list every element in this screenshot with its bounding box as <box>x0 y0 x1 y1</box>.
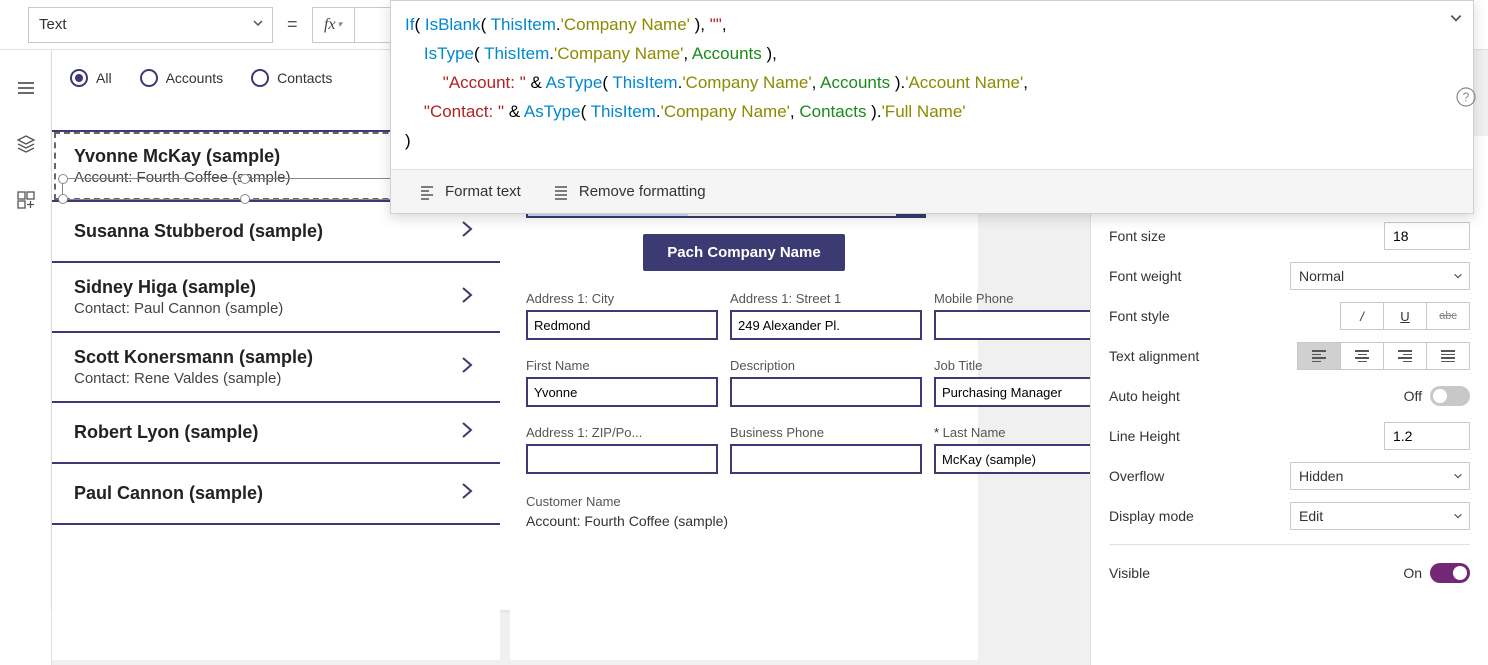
list-item-title: Scott Konersmann (sample) <box>74 347 313 368</box>
chevron-right-icon <box>458 417 476 448</box>
field-input[interactable] <box>730 377 922 407</box>
form-field: Business Phone <box>730 425 922 474</box>
property-selector[interactable]: Text <box>28 7 273 43</box>
align-center-button[interactable] <box>1340 342 1384 370</box>
filter-radio-contacts[interactable]: Contacts <box>251 69 332 87</box>
chevron-right-icon <box>458 282 476 313</box>
field-input[interactable] <box>730 444 922 474</box>
list-item-subtitle: Account: Fourth Coffee (sample) <box>74 169 291 186</box>
list-item-title: Yvonne McKay (sample) <box>74 146 291 167</box>
list-item-title: Sidney Higa (sample) <box>74 277 283 298</box>
field-label: First Name <box>526 358 718 373</box>
prop-displaymode-select[interactable]: Edit <box>1290 502 1470 530</box>
align-justify-button[interactable] <box>1426 342 1470 370</box>
chevron-down-icon <box>1453 268 1463 284</box>
prop-fontweight-label: Font weight <box>1109 268 1290 284</box>
form-field: First Name <box>526 358 718 407</box>
collapse-formula-icon[interactable] <box>1449 11 1463 30</box>
prop-autoheight-label: Auto height <box>1109 388 1404 404</box>
italic-button[interactable]: / <box>1340 302 1384 330</box>
list-item-title: Paul Cannon (sample) <box>74 483 263 504</box>
field-input[interactable] <box>526 377 718 407</box>
prop-fontsize-input[interactable] <box>1384 222 1470 250</box>
prop-visible-value: On <box>1403 565 1422 581</box>
align-left-button[interactable] <box>1297 342 1341 370</box>
field-label: Address 1: City <box>526 291 718 306</box>
remove-formatting-button[interactable]: Remove formatting <box>553 183 706 200</box>
insert-icon[interactable] <box>16 190 36 210</box>
chevron-right-icon <box>458 478 476 509</box>
property-selector-value: Text <box>39 16 67 33</box>
prop-visible-toggle[interactable] <box>1430 563 1470 583</box>
hamburger-icon[interactable] <box>16 78 36 98</box>
chevron-down-icon <box>1453 508 1463 524</box>
left-rail <box>0 0 52 665</box>
field-label: Address 1: Street 1 <box>730 291 922 306</box>
radio-icon <box>251 69 269 87</box>
remove-format-icon <box>553 184 569 200</box>
list-item[interactable]: Robert Lyon (sample) <box>52 403 500 464</box>
form-field: Description <box>730 358 922 407</box>
prop-fontsize-label: Font size <box>1109 228 1290 244</box>
prop-visible-label: Visible <box>1109 565 1403 581</box>
svg-text:?: ? <box>1463 90 1470 104</box>
prop-fontstyle-label: Font style <box>1109 308 1341 324</box>
filter-radio-all[interactable]: All <box>70 69 112 87</box>
chevron-right-icon <box>458 352 476 383</box>
prop-autoheight-value: Off <box>1404 388 1422 404</box>
format-text-button[interactable]: Format text <box>419 183 521 200</box>
prop-overflow-label: Overflow <box>1109 468 1290 484</box>
list-item[interactable]: Sidney Higa (sample) Contact: Paul Cannon… <box>52 263 500 333</box>
help-icon[interactable]: ? <box>1456 87 1476 112</box>
properties-panel: Text Account: Fourth Coffee (sample) Fon… <box>1090 136 1488 665</box>
field-label: Description <box>730 358 922 373</box>
field-label: Address 1: ZIP/Po... <box>526 425 718 440</box>
filter-radio-accounts[interactable]: Accounts <box>140 69 224 87</box>
field-label: Business Phone <box>730 425 922 440</box>
customer-name-value: Account: Fourth Coffee (sample) <box>526 513 962 529</box>
field-input[interactable] <box>526 310 718 340</box>
patch-button[interactable]: Pach Company Name <box>643 234 844 271</box>
chevron-right-icon <box>458 216 476 247</box>
fx-button[interactable]: fx▾ <box>312 7 354 43</box>
field-input[interactable] <box>730 310 922 340</box>
chevron-down-icon <box>252 16 264 33</box>
chevron-down-icon <box>1453 468 1463 484</box>
form-field: Address 1: City <box>526 291 718 340</box>
list-item[interactable]: Paul Cannon (sample) <box>52 464 500 525</box>
list-item[interactable]: Scott Konersmann (sample) Contact: Rene V… <box>52 333 500 403</box>
underline-button[interactable]: U <box>1383 302 1427 330</box>
list-item-title: Robert Lyon (sample) <box>74 422 258 443</box>
form-field: Address 1: Street 1 <box>730 291 922 340</box>
radio-icon <box>140 69 158 87</box>
formula-editor-popup: If( IsBlank( ThisItem.'Company Name' ), … <box>390 0 1474 214</box>
prop-fontstyle-group: / U abc <box>1341 302 1470 330</box>
prop-lineheight-input[interactable] <box>1384 422 1470 450</box>
prop-align-group <box>1298 342 1470 370</box>
format-icon <box>419 184 435 200</box>
prop-lineheight-label: Line Height <box>1109 428 1290 444</box>
form-field: Address 1: ZIP/Po... <box>526 425 718 474</box>
list-item-subtitle: Contact: Rene Valdes (sample) <box>74 370 313 387</box>
prop-fontweight-select[interactable]: Normal <box>1290 262 1470 290</box>
prop-align-label: Text alignment <box>1109 348 1298 364</box>
layers-icon[interactable] <box>16 134 36 154</box>
list-item-subtitle: Contact: Paul Cannon (sample) <box>74 300 283 317</box>
align-right-button[interactable] <box>1383 342 1427 370</box>
prop-autoheight-toggle[interactable] <box>1430 386 1470 406</box>
strike-button[interactable]: abc <box>1426 302 1470 330</box>
prop-overflow-select[interactable]: Hidden <box>1290 462 1470 490</box>
form-fields: Address 1: CityAddress 1: Street 1Mobile… <box>526 291 962 474</box>
list-item-title: Susanna Stubberod (sample) <box>74 221 323 242</box>
equals-label: = <box>287 14 298 35</box>
formula-code[interactable]: If( IsBlank( ThisItem.'Company Name' ), … <box>391 1 1473 169</box>
prop-displaymode-label: Display mode <box>1109 508 1290 524</box>
customer-name-label: Customer Name <box>526 494 962 509</box>
field-input[interactable] <box>526 444 718 474</box>
radio-selected-icon <box>70 69 88 87</box>
